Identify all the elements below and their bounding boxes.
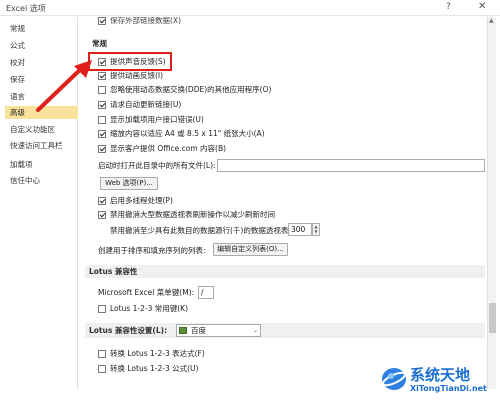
checkbox[interactable] xyxy=(98,86,106,94)
checkbox[interactable] xyxy=(98,72,106,80)
section-label: Lotus 兼容性设置(L): xyxy=(89,326,168,335)
option-label: 提供动画反馈(I) xyxy=(110,71,164,80)
option-label: 请求自动更新链接(U) xyxy=(110,100,182,109)
watermark: 系统天地 XiTongTianDi.net xyxy=(376,362,496,402)
nav-item-customize-ribbon[interactable]: 自定义功能区 xyxy=(5,123,78,136)
annotation-highlight-box xyxy=(88,52,172,71)
option-label: 缩放内容以适应 A4 或 8.5 x 11" 纸张大小(A) xyxy=(110,129,265,138)
scroll-thumb[interactable] xyxy=(489,303,496,333)
spinner-icon[interactable]: ▲ ▼ xyxy=(312,223,320,236)
pivot-rows-label: 禁用撤消至少具有此数目的数据源行(千)的数据透视表: xyxy=(110,226,291,235)
checkbox[interactable] xyxy=(98,350,106,358)
sheet-select-value: 百度 xyxy=(191,326,206,335)
web-options-button[interactable]: Web 选项(P)... xyxy=(100,177,158,190)
nav-item-trust-center[interactable]: 信任中心 xyxy=(5,174,78,187)
watermark-url: XiTongTianDi.net xyxy=(410,384,487,393)
help-icon[interactable]: ? xyxy=(446,2,451,12)
sort-list-label: 创建用于排序和填充序列的列表: xyxy=(98,246,206,255)
checkbox[interactable] xyxy=(98,197,106,205)
option-label: 显示客户提供 Office.com 内容(B) xyxy=(110,144,227,153)
chevron-down-icon[interactable]: ⌄ xyxy=(253,325,258,336)
menu-key-input[interactable]: / xyxy=(198,286,214,299)
title-bar: Excel 选项 ? ✕ xyxy=(0,0,500,16)
option-label: 转换 Lotus 1-2-3 表达式(F) xyxy=(110,349,205,358)
nav-item-general[interactable]: 常规 xyxy=(5,22,78,35)
checkbox[interactable] xyxy=(98,145,106,153)
nav-item-addins[interactable]: 加载项 xyxy=(5,158,78,171)
section-title-general: 常规 xyxy=(92,39,107,48)
checkbox[interactable] xyxy=(98,305,106,313)
option-label: 启用多线程处理(P) xyxy=(110,196,173,205)
option-label: Lotus 1-2-3 常用键(K) xyxy=(110,304,189,313)
checkbox[interactable] xyxy=(98,365,106,373)
section-title-lotus-settings: Lotus 兼容性设置(L): xyxy=(85,323,485,338)
option-label: 保存外部链接数据(X) xyxy=(110,17,181,25)
window-title: Excel 选项 xyxy=(6,4,46,13)
nav-item-quick-access[interactable]: 快速访问工具栏 xyxy=(5,139,78,152)
edit-custom-lists-button[interactable]: 编辑自定义列表(O)... xyxy=(213,243,288,256)
advanced-options-panel: 保存外部链接数据(X) 常规 提供声音反馈(S) 提供动画反馈(I) 忽略使用动… xyxy=(85,17,485,389)
watermark-logo-icon xyxy=(381,368,407,390)
watermark-title: 系统天地 xyxy=(410,366,471,384)
option-label: 禁用撤消大型数据透视表刷新操作以减少刷新时间 xyxy=(110,210,275,219)
sheet-select[interactable]: 百度 ⌄ xyxy=(176,324,261,337)
vertical-scrollbar[interactable]: ▲ xyxy=(487,17,496,389)
close-icon[interactable]: ✕ xyxy=(478,1,486,12)
scroll-up-icon[interactable]: ▲ xyxy=(489,17,494,24)
section-title-lotus: Lotus 兼容性 xyxy=(85,265,485,278)
checkbox[interactable] xyxy=(98,101,106,109)
nav-item-formulas[interactable]: 公式 xyxy=(5,39,78,52)
checkbox[interactable] xyxy=(98,130,106,138)
checkbox[interactable] xyxy=(98,211,106,219)
option-label: 显示加载项用户接口错误(U) xyxy=(110,115,204,124)
option-label: 转换 Lotus 1-2-3 公式(U) xyxy=(110,364,199,373)
option-label: 忽略使用动态数据交换(DDE)的其他应用程序(O) xyxy=(110,85,272,94)
startup-folder-input[interactable] xyxy=(217,159,485,172)
annotation-arrow-icon xyxy=(36,60,92,112)
startup-folder-label: 启动时打开此目录中的所有文件(L): xyxy=(98,161,216,170)
checkbox[interactable] xyxy=(98,17,106,25)
menu-key-label: Microsoft Excel 菜单键(M): xyxy=(98,288,195,297)
checkbox[interactable] xyxy=(98,116,106,124)
sheet-icon xyxy=(179,327,187,334)
pivot-rows-input[interactable]: 300 xyxy=(288,223,312,236)
